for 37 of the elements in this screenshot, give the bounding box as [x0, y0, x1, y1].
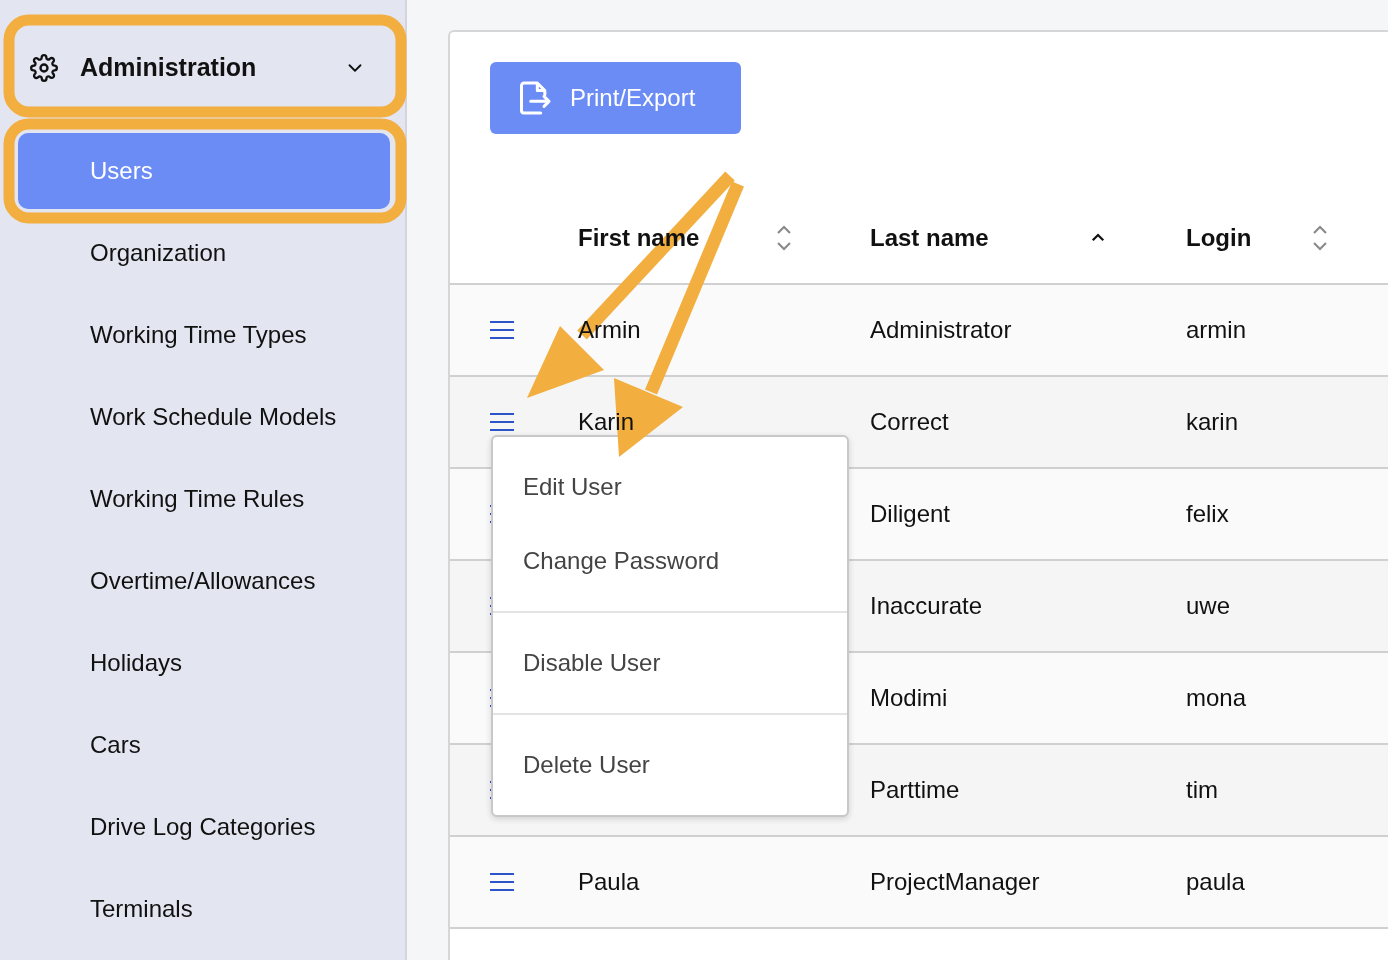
table-cell: paula — [1186, 868, 1245, 895]
table-cell: uwe — [1186, 592, 1231, 619]
table-cell: karin — [1186, 408, 1239, 435]
sidebar-item[interactable]: Terminals — [18, 871, 390, 947]
table-cell: tim — [1186, 776, 1218, 803]
table-cell: Inaccurate — [870, 592, 983, 619]
sidebar-item[interactable]: Working Time Types — [18, 297, 390, 373]
column-header[interactable]: Login — [1186, 224, 1252, 252]
menu-icon[interactable] — [490, 320, 514, 340]
sort-icon[interactable] — [775, 223, 793, 253]
sidebar-item[interactable]: Holidays — [18, 625, 390, 701]
table-cell: felix — [1186, 500, 1229, 527]
table-cell: ProjectManager — [870, 868, 1040, 895]
menu-item[interactable]: Edit User — [493, 450, 847, 524]
table-cell: Correct — [870, 408, 949, 435]
menu-item[interactable]: Change Password — [493, 524, 847, 598]
table-cell: mona — [1186, 684, 1247, 711]
sidebar-item[interactable]: Cars — [18, 707, 390, 783]
menu-icon[interactable] — [490, 412, 514, 432]
table-cell: armin — [1186, 316, 1246, 343]
table-cell: Paula — [578, 868, 640, 895]
table-cell: Administrator — [870, 316, 1012, 343]
column-header[interactable]: Last name — [870, 224, 989, 252]
section-title: Administration — [80, 53, 258, 82]
menu-item[interactable]: Delete User — [493, 728, 847, 802]
menu-icon[interactable] — [490, 872, 514, 892]
sidebar-item[interactable]: Overtime/Allowances — [18, 543, 390, 619]
sidebar-item[interactable]: Organization — [18, 215, 390, 291]
sidebar-item[interactable]: Work Schedule Models — [18, 379, 390, 455]
table-cell: Modimi — [870, 684, 948, 711]
table-cell: Diligent — [870, 500, 951, 527]
sort-icon[interactable] — [1311, 223, 1329, 253]
settings-icon — [30, 53, 58, 82]
menu-item[interactable]: Disable User — [493, 626, 847, 700]
sidebar-item[interactable]: Working Time Rules — [18, 461, 390, 537]
sidebar-item[interactable]: Drive Log Categories — [18, 789, 390, 865]
table-cell: Parttime — [870, 776, 960, 803]
